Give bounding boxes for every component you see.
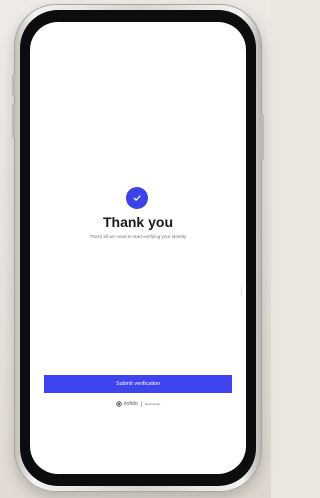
brand-divider: [140, 401, 142, 407]
scroll-indicator: [241, 287, 242, 295]
confirmation-title: Thank you: [102, 214, 173, 230]
submit-verification-button[interactable]: Submit verification: [44, 375, 232, 393]
volume-button: [12, 104, 15, 138]
brand-footer: onfido Real Identity: [30, 401, 246, 407]
phone-frame: Thank you That's all we need to start ve…: [12, 4, 264, 492]
onfido-logo-icon: [115, 401, 122, 407]
phone-bezel: Thank you That's all we need to start ve…: [20, 10, 256, 486]
confirmation-screen: Thank you That's all we need to start ve…: [30, 22, 246, 474]
phone-screen: Thank you That's all we need to start ve…: [30, 22, 246, 474]
brand-tagline: Real Identity: [144, 402, 161, 406]
brand-name: onfido: [123, 401, 138, 407]
power-button: [261, 114, 264, 160]
success-check-icon: [126, 187, 148, 209]
volume-button: [12, 74, 15, 96]
confirmation-message: That's all we need to start verifying yo…: [89, 234, 187, 239]
